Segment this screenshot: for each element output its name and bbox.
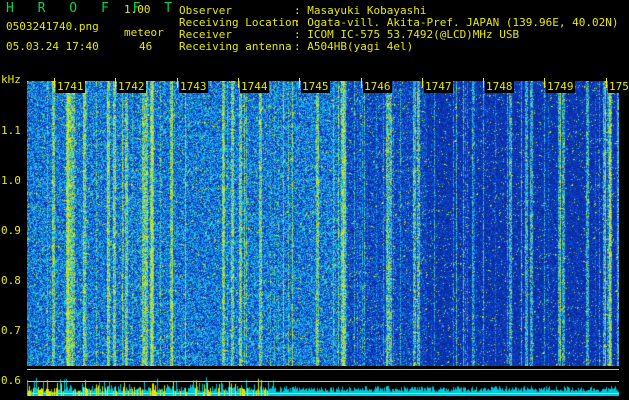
y-tick-label: 1.0	[1, 174, 21, 187]
header-panel: H R O F F T 1.00 0503241740.png meteor 0…	[0, 0, 629, 72]
x-tick-label: 1746	[363, 80, 392, 93]
x-tick-mark	[238, 78, 239, 88]
x-tick-mark	[177, 78, 178, 88]
meteor-count: 46	[139, 40, 153, 53]
x-tick-label: 1744	[240, 80, 269, 93]
y-axis-unit: kHz	[1, 73, 21, 86]
x-tick-label: 1747	[424, 80, 453, 93]
timestamp: 05.03.24 17:40	[6, 40, 99, 53]
x-tick-label: 1745	[301, 80, 330, 93]
app-version: 1.00	[124, 3, 151, 16]
guide-line	[27, 393, 619, 394]
x-tick-mark	[544, 78, 545, 88]
spectrogram-canvas	[27, 81, 619, 366]
meteor-label: meteor	[124, 26, 164, 39]
x-tick-label: 1743	[179, 80, 208, 93]
x-tick-label: 1741	[56, 80, 85, 93]
x-tick-label: 1750	[608, 80, 629, 93]
y-tick-label: 0.7	[1, 324, 21, 337]
x-tick-mark	[361, 78, 362, 88]
app-name: H R O F F T	[6, 1, 181, 16]
x-tick-mark	[115, 78, 116, 88]
guide-line	[27, 369, 619, 370]
x-tick-label: 1748	[485, 80, 514, 93]
y-tick-label: 1.1	[1, 124, 21, 137]
x-tick-mark	[54, 78, 55, 88]
y-tick-label: 0.6	[1, 374, 21, 387]
x-tick-label: 1749	[546, 80, 575, 93]
x-tick-label: 1742	[117, 80, 146, 93]
antenna-label: Receiving antenna	[179, 40, 292, 53]
y-tick-label: 0.8	[1, 274, 21, 287]
file-name: 0503241740.png	[6, 20, 99, 33]
x-tick-mark	[299, 78, 300, 88]
y-tick-label: 0.9	[1, 224, 21, 237]
x-tick-mark	[422, 78, 423, 88]
x-tick-mark	[606, 78, 607, 88]
meteor-echo-strip	[27, 368, 619, 396]
antenna-value: : A504HB(yagi 4el)	[294, 40, 414, 53]
guide-line	[27, 381, 619, 382]
x-tick-mark	[483, 78, 484, 88]
